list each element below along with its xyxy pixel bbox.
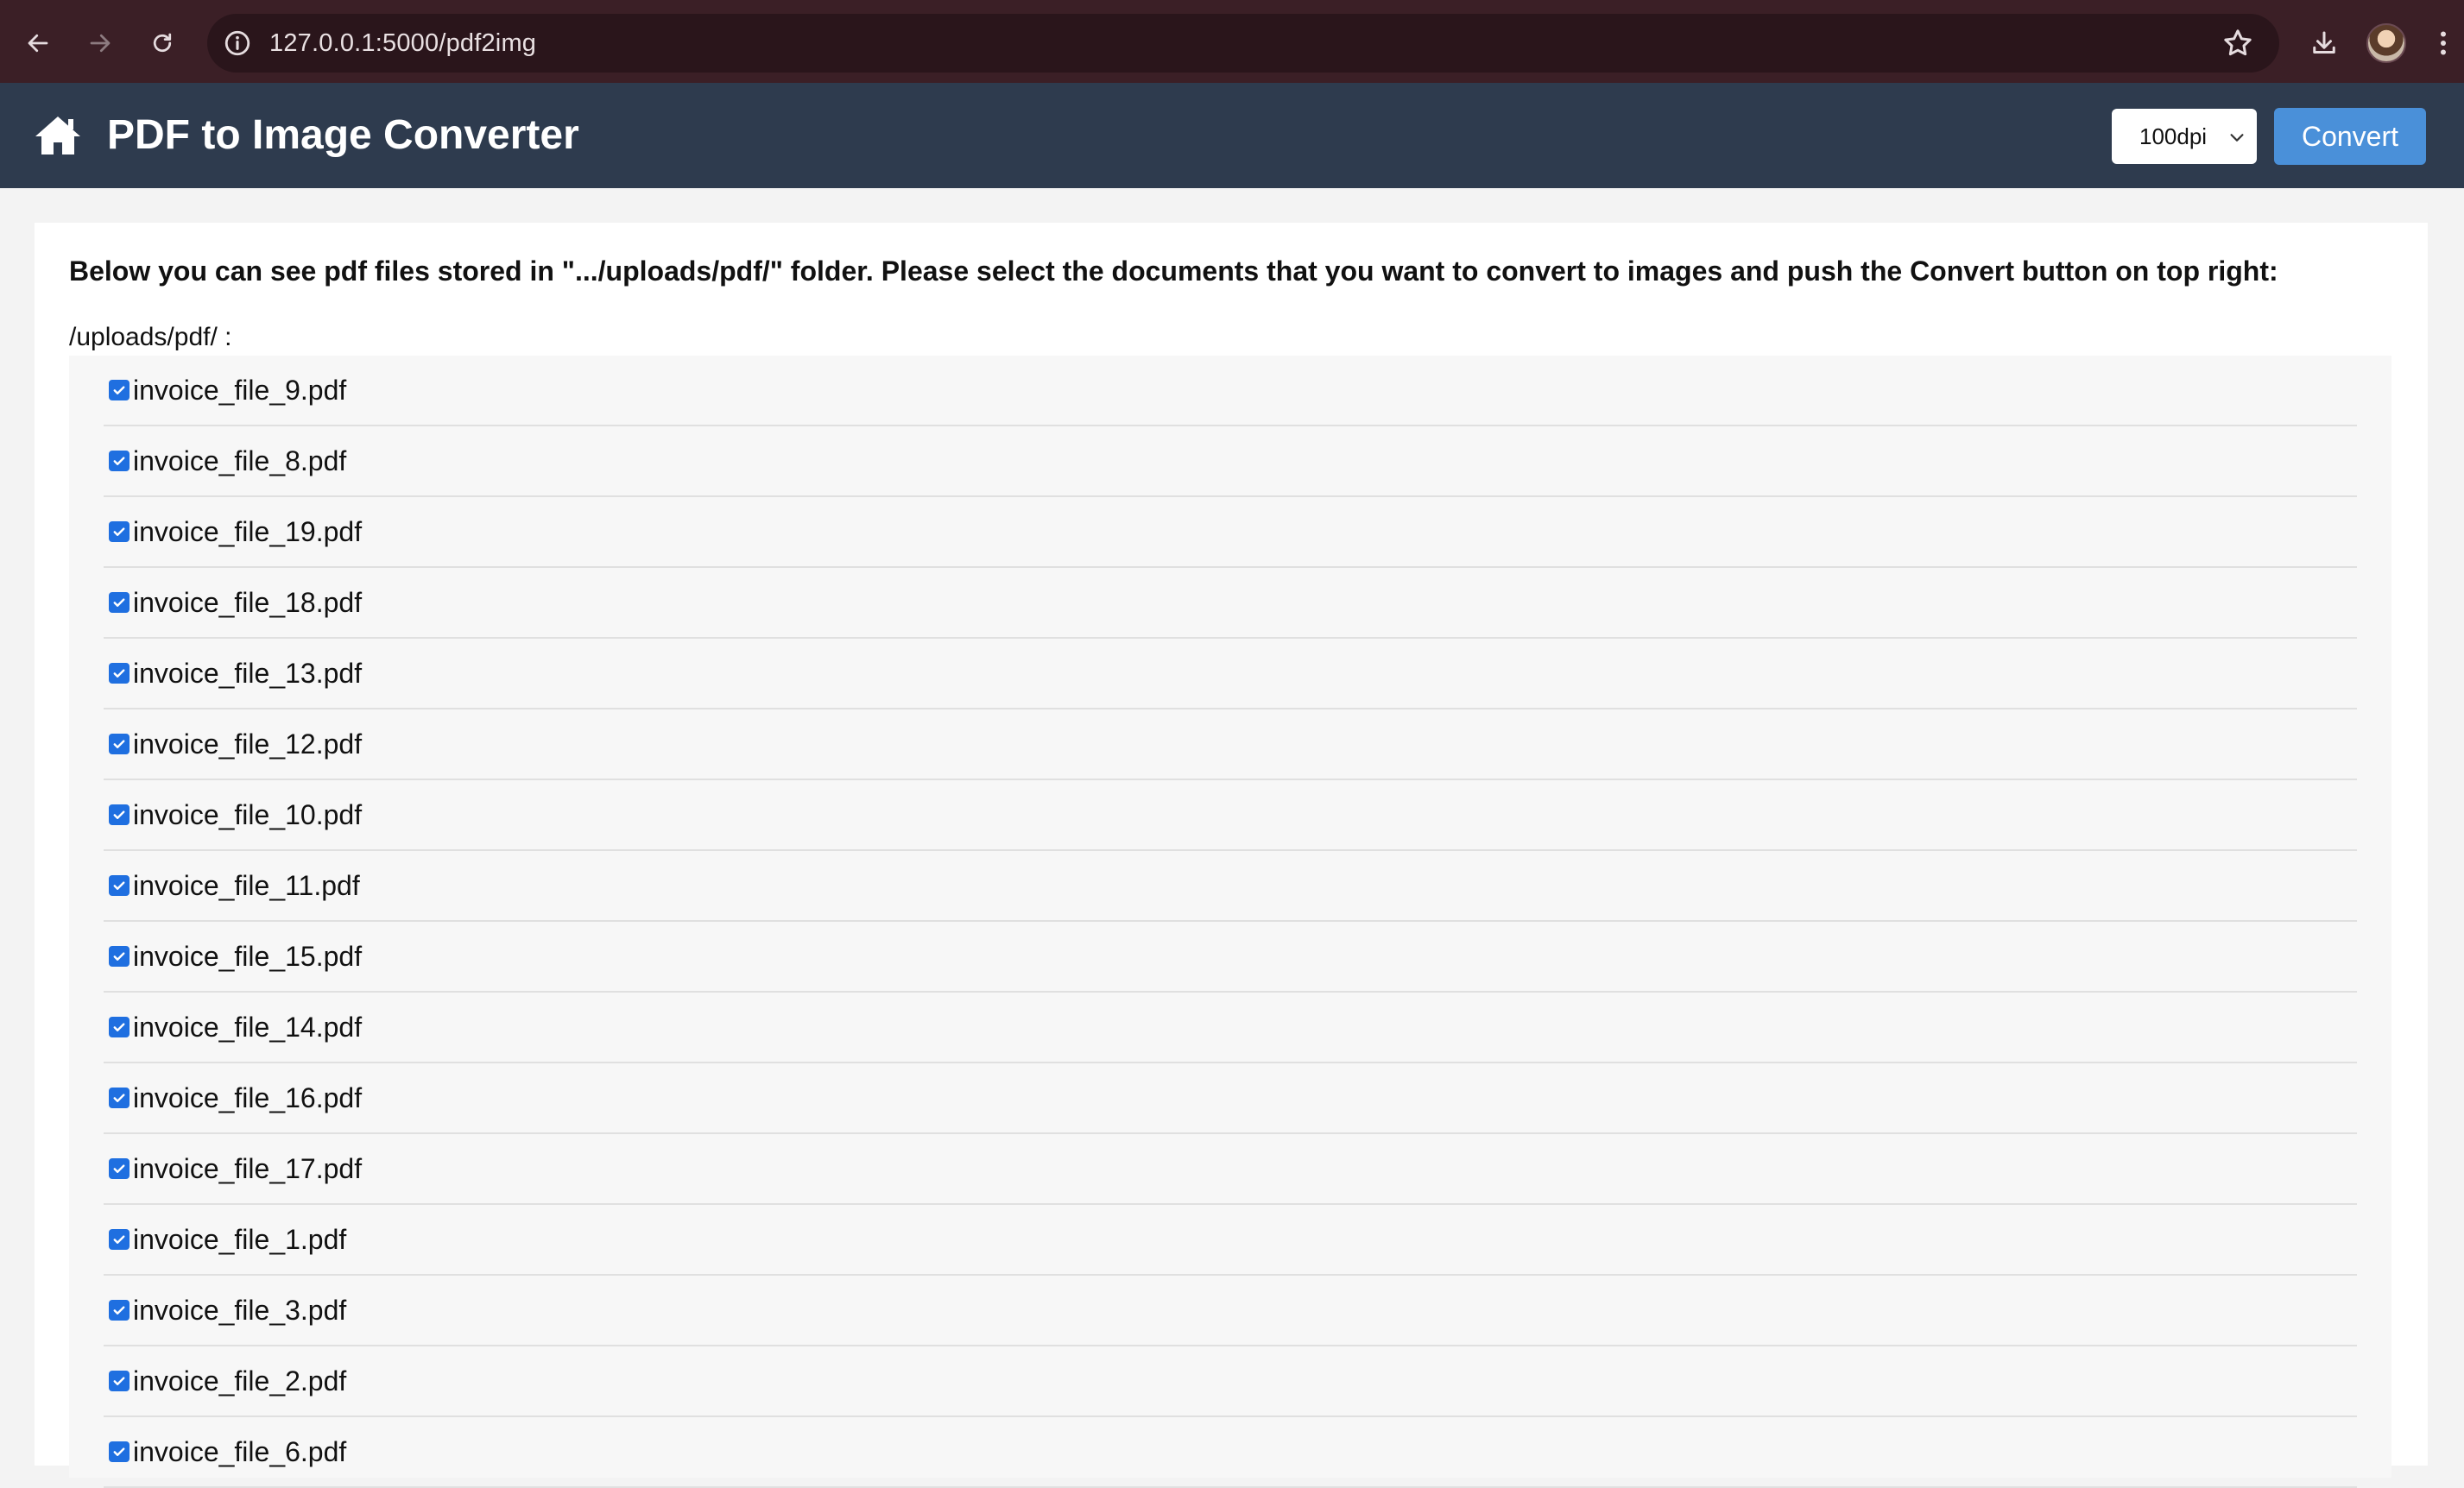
file-checkbox[interactable]: [109, 663, 130, 684]
file-checkbox[interactable]: [109, 592, 130, 613]
file-list-item[interactable]: invoice_file_17.pdf: [104, 1134, 2357, 1205]
star-icon[interactable]: [2221, 26, 2255, 60]
file-list-item[interactable]: invoice_file_12.pdf: [104, 709, 2357, 780]
dpi-selected-value: 100dpi: [2139, 123, 2208, 149]
page-title: PDF to Image Converter: [107, 112, 579, 158]
checkmark-icon: [113, 952, 125, 961]
dpi-select[interactable]: 100dpi: [2112, 109, 2257, 164]
file-list-item[interactable]: invoice_file_9.pdf: [104, 356, 2357, 426]
forward-button[interactable]: [76, 19, 124, 67]
checkmark-icon: [113, 1235, 125, 1244]
file-name: invoice_file_11.pdf: [133, 869, 360, 901]
checkmark-icon: [113, 527, 125, 536]
reload-button[interactable]: [138, 19, 186, 67]
file-name: invoice_file_12.pdf: [133, 728, 363, 760]
file-name: invoice_file_13.pdf: [133, 657, 363, 689]
file-name: invoice_file_3.pdf: [133, 1294, 347, 1326]
file-name: invoice_file_15.pdf: [133, 940, 363, 972]
file-list-item[interactable]: invoice_file_15.pdf: [104, 922, 2357, 993]
file-list-item[interactable]: invoice_file_1.pdf: [104, 1205, 2357, 1276]
checkmark-icon: [113, 1094, 125, 1102]
arrow-left-icon: [28, 34, 48, 53]
url-text[interactable]: 127.0.0.1:5000/pdf2img: [269, 14, 536, 73]
download-icon: [2313, 31, 2335, 54]
avatar: [2366, 23, 2406, 63]
browser-menu-button[interactable]: [2426, 19, 2461, 67]
file-list-item[interactable]: invoice_file_18.pdf: [104, 568, 2357, 639]
file-name: invoice_file_10.pdf: [133, 798, 363, 830]
file-checkbox[interactable]: [109, 380, 130, 400]
file-checkbox[interactable]: [109, 804, 130, 825]
checkmark-icon: [113, 386, 125, 394]
checkmark-icon: [113, 598, 125, 607]
file-name: invoice_file_9.pdf: [133, 374, 347, 406]
file-checkbox[interactable]: [109, 1158, 130, 1179]
file-name: invoice_file_19.pdf: [133, 515, 363, 547]
file-list-item[interactable]: invoice_file_10.pdf: [104, 780, 2357, 851]
file-name: invoice_file_17.pdf: [133, 1152, 363, 1184]
address-bar[interactable]: 127.0.0.1:5000/pdf2img: [207, 14, 2279, 73]
file-list-item[interactable]: invoice_file_19.pdf: [104, 497, 2357, 568]
file-list-item[interactable]: invoice_file_3.pdf: [104, 1276, 2357, 1346]
file-checkbox[interactable]: [109, 734, 130, 754]
checkmark-icon: [113, 1164, 125, 1173]
reload-icon: [153, 33, 172, 53]
checkmark-icon: [113, 1306, 125, 1315]
checkmark-icon: [113, 669, 125, 678]
home-icon[interactable]: [33, 114, 83, 157]
file-name: invoice_file_16.pdf: [133, 1081, 363, 1113]
checkmark-icon: [113, 1447, 125, 1456]
file-name: invoice_file_14.pdf: [133, 1011, 363, 1043]
back-button[interactable]: [14, 19, 62, 67]
checkmark-icon: [113, 881, 125, 890]
arrow-right-icon: [90, 34, 111, 53]
file-checkbox[interactable]: [109, 521, 130, 542]
file-name: invoice_file_2.pdf: [133, 1365, 347, 1397]
file-name: invoice_file_1.pdf: [133, 1223, 347, 1255]
profile-button[interactable]: [2362, 19, 2410, 67]
file-checkbox[interactable]: [109, 1088, 130, 1108]
file-name: invoice_file_8.pdf: [133, 445, 347, 476]
checkmark-icon: [113, 740, 125, 748]
file-checkbox[interactable]: [109, 451, 130, 471]
checkmark-icon: [113, 1023, 125, 1031]
file-list-item[interactable]: invoice_file_11.pdf: [104, 851, 2357, 922]
file-list-item[interactable]: invoice_file_14.pdf: [104, 993, 2357, 1063]
info-icon[interactable]: [223, 28, 252, 58]
checkmark-icon: [113, 1377, 125, 1385]
app-header: PDF to Image Converter 100dpi Convert: [0, 83, 2464, 188]
browser-toolbar: 127.0.0.1:5000/pdf2img: [0, 0, 2464, 83]
file-name: invoice_file_6.pdf: [133, 1435, 347, 1467]
file-name: invoice_file_18.pdf: [133, 586, 363, 618]
convert-button[interactable]: Convert: [2274, 108, 2426, 165]
checkmark-icon: [113, 457, 125, 465]
downloads-button[interactable]: [2300, 19, 2348, 67]
file-checkbox[interactable]: [109, 1017, 130, 1037]
file-list-item[interactable]: invoice_file_8.pdf: [104, 426, 2357, 497]
file-list-item[interactable]: invoice_file_13.pdf: [104, 639, 2357, 709]
file-checkbox[interactable]: [109, 1229, 130, 1250]
folder-label: /uploads/pdf/ :: [69, 323, 232, 351]
file-list-item[interactable]: invoice_file_6.pdf: [104, 1417, 2357, 1488]
main-card: Below you can see pdf files stored in ".…: [35, 223, 2428, 1488]
file-checkbox[interactable]: [109, 1371, 130, 1391]
file-checkbox[interactable]: [109, 1300, 130, 1321]
chevron-down-icon: [2230, 134, 2244, 142]
instructions-text: Below you can see pdf files stored in ".…: [69, 255, 2278, 287]
file-list-item[interactable]: invoice_file_16.pdf: [104, 1063, 2357, 1134]
file-list: invoice_file_9.pdf invoice_file_8.pdfinvo…: [69, 356, 2391, 1488]
checkmark-icon: [113, 810, 125, 819]
file-checkbox[interactable]: [109, 946, 130, 967]
file-checkbox[interactable]: [109, 875, 130, 896]
kebab-menu-icon: [2441, 31, 2446, 55]
file-list-item[interactable]: invoice_file_2.pdf: [104, 1346, 2357, 1417]
